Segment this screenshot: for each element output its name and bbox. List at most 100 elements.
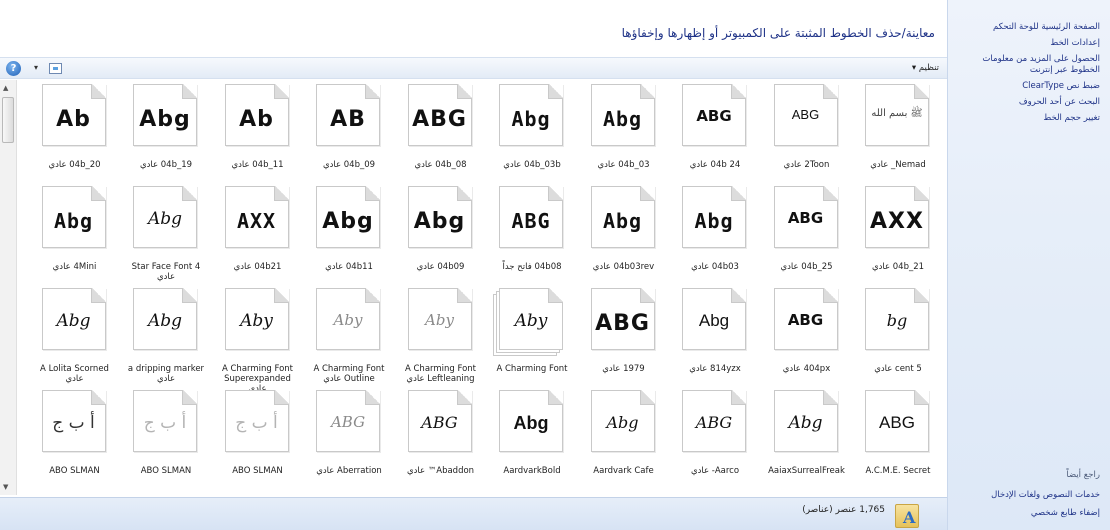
font-name-label: 4 Star Face Font عادي xyxy=(131,262,201,282)
font-tile[interactable]: Abg 4 Star Face Font عادي xyxy=(121,186,211,304)
font-tile[interactable]: AXX 04b21 عادي xyxy=(213,186,303,304)
font-file-icon: Abg xyxy=(499,390,563,452)
font-tile[interactable]: Abg 814yzx عادي xyxy=(670,288,760,406)
font-tile[interactable]: Abg 04b03 عادي xyxy=(670,186,760,304)
font-tile[interactable]: Ab 04b_11 عادي xyxy=(213,84,303,202)
font-preview-glyph: Abg xyxy=(53,209,94,233)
font-preview-glyph: Abg xyxy=(511,107,551,131)
font-preview-glyph: ABG xyxy=(787,311,824,329)
font-file-icon: AB xyxy=(316,84,380,146)
font-file-icon: ABG xyxy=(773,84,838,146)
font-tile[interactable]: Abg 4Mini عادي xyxy=(30,186,120,304)
font-tile[interactable]: ABG 04b_25 عادي xyxy=(762,186,852,304)
change-font-size-link[interactable]: تغيير حجم الخط xyxy=(954,113,1100,124)
font-name-label: 814yzx عادي xyxy=(689,364,741,374)
scrollbar-thumb[interactable] xyxy=(2,97,14,143)
scroll-up-arrow-icon[interactable]: ▲ xyxy=(3,84,8,92)
font-file-icon: AXX xyxy=(224,186,289,248)
font-tile[interactable]: AB 04b_09 عادي xyxy=(304,84,394,202)
font-tile[interactable]: أ ب ج ABO SLMAN xyxy=(121,390,211,494)
font-tile[interactable]: Aby A Charming Font Superexpanded عادي xyxy=(213,288,303,406)
font-tile[interactable]: ABG 04b 24 عادي xyxy=(670,84,760,202)
font-name-label: 404px عادي xyxy=(782,364,831,374)
font-preview-glyph: أ ب ج xyxy=(235,413,278,433)
adjust-cleartype-link[interactable]: ضبط نص ClearType xyxy=(954,81,1100,92)
font-file-icon: Ab xyxy=(224,84,289,146)
font-file-icon: Abg xyxy=(133,288,197,350)
font-tile[interactable]: ABG 404px عادي xyxy=(762,288,852,406)
font-tile[interactable]: Abg 04b_03b عادي xyxy=(487,84,577,202)
view-layout-icon[interactable] xyxy=(49,63,62,74)
font-tile[interactable]: Abg AaiaxSurrealFreak xyxy=(762,390,852,494)
details-pane: A 1,765 عنصر (عناصر) xyxy=(0,497,947,530)
font-name-label: 4Mini عادي xyxy=(52,262,97,272)
font-file-icon: Abg xyxy=(407,186,472,248)
font-name-label: 04b_19 عادي xyxy=(139,160,193,170)
font-name-label: ABO SLMAN xyxy=(232,466,283,476)
font-tile[interactable]: Abg a dripping marker عادي xyxy=(121,288,211,406)
font-tile[interactable]: ABG A.C.M.E. Secret xyxy=(853,390,943,494)
help-icon[interactable]: ? xyxy=(6,61,21,76)
font-file-icon: ABG xyxy=(682,84,746,146)
font-preview-glyph: ABG xyxy=(330,413,366,431)
font-tile[interactable]: Abg 04b03rev عادي xyxy=(579,186,669,304)
font-tile[interactable]: Abg 04b09 عادي xyxy=(396,186,486,304)
font-tile[interactable]: ﷺ بسم الله Nemad_ عادي xyxy=(853,84,943,202)
get-more-fonts-online-link[interactable]: الحصول على المزيد من معلومات الخطوط عبر … xyxy=(954,54,1100,76)
font-preview-glyph: Aby xyxy=(333,311,363,329)
font-name-label: 2Toon عادي xyxy=(783,160,830,170)
font-tile[interactable]: أ ب ج ABO SLMAN xyxy=(30,390,120,494)
font-name-label: AardvarkBold xyxy=(503,466,561,476)
see-also-heading: راجع أيضاً xyxy=(1066,470,1100,480)
font-grid: ﷺ بسم الله Nemad_ عادي ABG 2Toon عادي ABG 04b… xyxy=(28,84,943,494)
font-name-label: Aarco- عادي xyxy=(690,466,740,476)
font-preview-glyph: Aby xyxy=(514,311,548,331)
control-panel-home-link[interactable]: الصفحة الرئيسية للوحة التحكم xyxy=(954,22,1100,33)
font-tile[interactable]: bg 5 cent عادي xyxy=(853,288,943,406)
font-file-icon: أ ب ج xyxy=(41,390,106,452)
font-tile[interactable]: ABG Aarco- عادي xyxy=(670,390,760,494)
font-name-label: Abaddon™ عادي xyxy=(406,466,475,476)
font-tile[interactable]: Abg 04b_19 عادي xyxy=(121,84,211,202)
font-preview-glyph: Abg xyxy=(139,107,191,132)
font-tile[interactable]: Ab 04b_20 عادي xyxy=(30,84,120,202)
text-services-link[interactable]: خدمات النصوص ولغات الإدخال xyxy=(991,490,1100,500)
font-tile[interactable]: ABG 1979 عادي xyxy=(579,288,669,406)
font-tile[interactable]: أ ب ج ABO SLMAN xyxy=(213,390,303,494)
font-file-icon: Abg xyxy=(773,390,838,452)
font-tile[interactable]: Aby A Charming Font Outline عادي xyxy=(304,288,394,406)
font-preview-glyph: ABG xyxy=(595,311,650,336)
font-tile[interactable]: ABG Abaddon™ عادي xyxy=(396,390,486,494)
font-tile[interactable]: AXX 04b_21 عادي xyxy=(853,186,943,304)
font-preview-glyph: Abg xyxy=(56,311,91,331)
font-tile[interactable]: ABG Aberration عادي xyxy=(304,390,394,494)
font-tile[interactable]: ABG 04b08 فاتح جداً xyxy=(487,186,577,304)
font-preview-glyph: Abg xyxy=(413,209,466,234)
scroll-down-arrow-icon[interactable]: ▼ xyxy=(3,483,8,491)
font-file-icon: ﷺ بسم الله xyxy=(865,84,929,146)
font-tile[interactable]: Abg A Lolita Scorned عادي xyxy=(30,288,120,406)
font-tile[interactable]: ABG 04b_08 عادي xyxy=(396,84,486,202)
personalization-link[interactable]: إضفاء طابع شخصي xyxy=(1031,508,1100,518)
font-tile[interactable]: Aby A Charming Font xyxy=(487,288,577,406)
font-tile[interactable]: Abg 04b_03 عادي xyxy=(579,84,669,202)
font-settings-link[interactable]: إعدادات الخط xyxy=(954,38,1100,49)
font-tile[interactable]: ABG 2Toon عادي xyxy=(762,84,852,202)
font-tile[interactable]: Abg Aardvark Cafe xyxy=(579,390,669,494)
vertical-scrollbar[interactable]: ▲ ▼ xyxy=(0,80,17,495)
font-tile[interactable]: Aby A Charming Font Leftleaning عادي xyxy=(396,288,486,406)
font-preview-glyph: Abg xyxy=(147,311,183,331)
font-file-icon: ABG xyxy=(865,390,929,452)
font-name-label: 1979 عادي xyxy=(602,364,645,374)
font-file-icon: Abg xyxy=(41,288,106,350)
font-tile[interactable]: Abg AardvarkBold xyxy=(487,390,577,494)
font-preview-glyph: ABG xyxy=(511,209,551,233)
font-name-label: Nemad_ عادي xyxy=(870,160,926,170)
organize-menu-button[interactable]: تنظيم ▾ xyxy=(912,63,939,73)
font-tile[interactable]: Abg 04b11 عادي xyxy=(304,186,394,304)
find-character-link[interactable]: البحث عن أحد الحروف xyxy=(954,97,1100,108)
font-file-icon: Abg xyxy=(590,84,655,146)
view-options-chevron-down-icon[interactable]: ▾ xyxy=(34,63,38,72)
font-preview-glyph: AXX xyxy=(870,209,924,234)
font-preview-glyph: AB xyxy=(330,107,366,132)
